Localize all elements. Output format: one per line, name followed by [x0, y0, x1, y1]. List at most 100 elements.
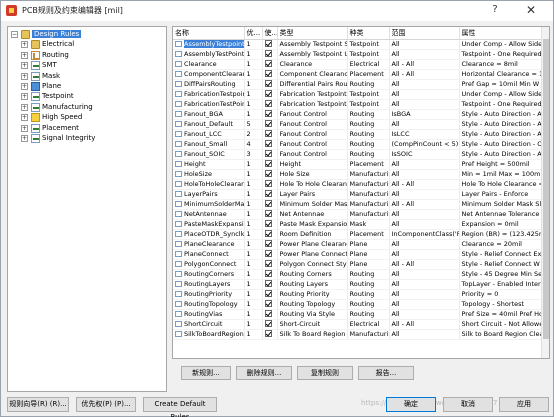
enabled-checkbox[interactable] [264, 109, 272, 117]
table-row[interactable]: Fanout_Default 5 Fanout Control Routing All S… [173, 119, 544, 130]
tree-item[interactable]: + High Speed [8, 112, 166, 123]
enabled-checkbox[interactable] [264, 299, 272, 307]
new-rule-button[interactable]: 新规则... [181, 366, 231, 380]
column-header-type[interactable]: 类型 [277, 27, 348, 40]
enabled-checkbox[interactable] [264, 239, 272, 247]
close-button[interactable]: ✕ [518, 2, 544, 18]
apply-button[interactable]: 应用 [499, 397, 549, 412]
expand-icon[interactable]: + [21, 41, 28, 49]
table-row[interactable]: DiffPairsRouting 1 Differential Pairs Rout… [173, 79, 544, 90]
table-row[interactable]: MinimumSolderMaskSl1 Minimum Solder Mask … [173, 199, 544, 210]
enabled-checkbox[interactable] [264, 39, 272, 47]
tree-item[interactable]: − Design Rules [8, 29, 166, 40]
table-row[interactable]: Fanout_BGA 1 Fanout Control Routing IsBGA Sty… [173, 109, 544, 120]
tree-item[interactable]: + Mask [8, 71, 166, 82]
vertical-scrollbar[interactable] [541, 27, 549, 358]
table-row[interactable]: RoutingPriority 1 Routing Priority Routing A… [173, 289, 544, 300]
create-default-rules-button[interactable]: Create Default Rules [143, 397, 217, 417]
table-row[interactable]: RoutingTopology 1 Routing Topology Routing A… [173, 299, 544, 310]
table-row[interactable]: LayerPairs 1 Layer PairsManufacturingAllLa… [173, 189, 544, 200]
ok-button[interactable]: 确定 [386, 397, 436, 412]
tree-item[interactable]: + Signal Integrity [8, 133, 166, 144]
collapse-icon[interactable]: − [11, 31, 18, 38]
table-row[interactable]: AssemblyTestPointU1 Assembly Testpoint Us… [173, 49, 544, 60]
enabled-checkbox[interactable] [264, 159, 272, 167]
column-header-category[interactable]: 种类 [347, 27, 390, 40]
enabled-checkbox[interactable] [264, 289, 272, 297]
enabled-checkbox[interactable] [264, 279, 272, 287]
enabled-checkbox[interactable] [264, 309, 272, 317]
enabled-checkbox[interactable] [264, 79, 272, 87]
table-row[interactable]: HoleSize 1 Hole SizeManufacturingAllMin = … [173, 169, 544, 180]
cancel-button[interactable]: 取消 [443, 397, 493, 412]
table-row[interactable]: RoutingLayers 1 Routing Layers Routing All To… [173, 279, 544, 290]
table-row[interactable]: NetAntennae 1 Net AntennaeManufacturingAll… [173, 209, 544, 220]
table-row[interactable]: Fanout_SOIC 3 Fanout Control Routing IsSOIC S… [173, 149, 544, 160]
enabled-checkbox[interactable] [264, 139, 272, 147]
enabled-checkbox[interactable] [264, 319, 272, 327]
enabled-checkbox[interactable] [264, 89, 272, 97]
delete-rule-button[interactable]: 删除规则... [236, 366, 292, 380]
enabled-checkbox[interactable] [264, 219, 272, 227]
tree-item[interactable]: + Placement [8, 123, 166, 134]
enabled-checkbox[interactable] [264, 69, 272, 77]
column-header-name[interactable]: 名称 [173, 27, 245, 40]
table-row[interactable]: HoleToHoleClearance1 Hole To Hole Clearan… [173, 179, 544, 190]
table-row[interactable]: RoutingVias 1 Routing Via Style Routing All P… [173, 309, 544, 320]
column-header-attributes[interactable]: 属性 [459, 27, 544, 40]
enabled-checkbox[interactable] [264, 129, 272, 137]
enabled-checkbox[interactable] [264, 169, 272, 177]
expand-icon[interactable]: + [21, 93, 28, 101]
tree-item[interactable]: + Manufacturing [8, 102, 166, 113]
enabled-checkbox[interactable] [264, 329, 272, 337]
tree-item[interactable]: + Testpoint [8, 91, 166, 102]
enabled-checkbox[interactable] [264, 269, 272, 277]
report-button[interactable]: 报告... [358, 366, 414, 380]
expand-icon[interactable]: + [21, 103, 28, 111]
enabled-checkbox[interactable] [264, 179, 272, 187]
enabled-checkbox[interactable] [264, 59, 272, 67]
table-row[interactable]: Fanout_Small 4 Fanout Control Routing (CompP… [173, 139, 544, 150]
table-row[interactable]: PolygonConnect 1 Polygon Connect Style Plan… [173, 259, 544, 270]
column-header-scope[interactable]: 范围 [389, 27, 460, 40]
expand-icon[interactable]: + [21, 124, 28, 132]
scrollbar-thumb[interactable] [543, 39, 549, 339]
expand-icon[interactable]: + [21, 135, 28, 142]
column-header-priority[interactable]: 优... [244, 27, 263, 40]
table-row[interactable]: Fanout_LCC 2 Fanout Control Routing IsLCC Sty… [173, 129, 544, 140]
table-row[interactable]: ComponentClearance1 Component ClearancePl… [173, 69, 544, 80]
table-row[interactable]: PlaneClearance 1 Power Plane Clearance Plan… [173, 239, 544, 250]
table-row[interactable]: Height 1 Height Placement All Pref Height = 5… [173, 159, 544, 170]
duplicate-rule-button[interactable]: 复制规则 [297, 366, 353, 380]
help-button[interactable]: ? [488, 3, 502, 17]
expand-icon[interactable]: + [21, 114, 28, 122]
table-row[interactable]: RoutingCorners 1 Routing Corners Routing All… [173, 269, 544, 280]
table-row[interactable]: SilkToBoardRegionCl 1 Silk To Board Region… [173, 329, 544, 340]
table-row[interactable]: PlaneConnect 1 Power Plane Connect StylePl… [173, 249, 544, 260]
enabled-checkbox[interactable] [264, 49, 272, 57]
enabled-checkbox[interactable] [264, 229, 272, 237]
enabled-checkbox[interactable] [264, 99, 272, 107]
enabled-checkbox[interactable] [264, 199, 272, 207]
table-row[interactable]: PlaceOTDR_Synclk 1 Room Definition Placemen… [173, 229, 544, 240]
table-row[interactable]: PasteMaskExpansion1 Paste Mask ExpansionM… [173, 219, 544, 230]
expand-icon[interactable]: + [21, 51, 28, 59]
rule-wizard-button[interactable]: 规则向导(R) (R)... [7, 397, 69, 412]
column-header-enabled[interactable]: 使... [262, 27, 278, 40]
expand-icon[interactable]: + [21, 62, 28, 70]
tree-item[interactable]: + Plane [8, 81, 166, 92]
expand-icon[interactable]: + [21, 83, 28, 90]
enabled-checkbox[interactable] [264, 119, 272, 127]
tree-item[interactable]: + SMT [8, 60, 166, 71]
priorities-button[interactable]: 优先权(P) (P)... [76, 397, 136, 412]
table-row[interactable]: ShortCircuit 1 Short-Circuit Electrical All … [173, 319, 544, 330]
table-row[interactable]: AssemblyTestpoint1 Assembly Testpoint Sty… [173, 39, 544, 50]
enabled-checkbox[interactable] [264, 209, 272, 217]
enabled-checkbox[interactable] [264, 189, 272, 197]
expand-icon[interactable]: + [21, 72, 28, 80]
table-row[interactable]: FabricationTestPoint 1 Fabrication Testpoi… [173, 99, 544, 110]
table-row[interactable]: FabricationTestpoint 1 Fabrication Testpoi… [173, 89, 544, 100]
tree-item[interactable]: + Electrical [8, 39, 166, 50]
table-row[interactable]: Clearance 1 Clearance Electrical All - All Cl… [173, 59, 544, 70]
tree-item[interactable]: + Routing [8, 50, 166, 61]
